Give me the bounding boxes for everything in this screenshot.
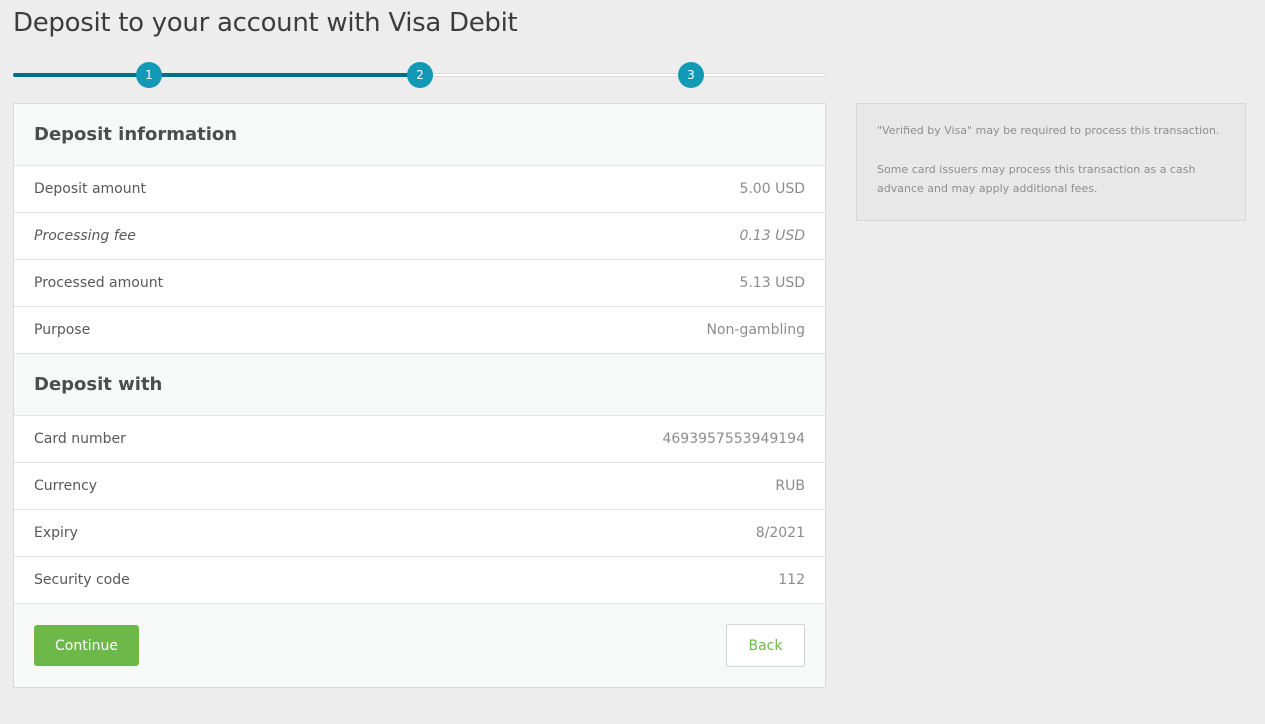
card-number-label: Card number: [34, 431, 126, 447]
notice-cash-advance-text: Some card issuers may process this trans…: [877, 163, 1196, 195]
continue-button[interactable]: Continue: [34, 625, 139, 666]
purpose-value: Non-gambling: [706, 322, 806, 338]
currency-row: Currency RUB: [14, 463, 825, 510]
processed-amount-value: 5.13 USD: [739, 275, 805, 291]
deposit-with-heading: Deposit with: [34, 374, 163, 395]
processing-fee-label: Processing fee: [34, 228, 136, 244]
step-indicator-1: 1: [136, 62, 162, 88]
processing-fee-row: Processing fee 0.13 USD: [14, 213, 825, 260]
page-title: Deposit to your account with Visa Debit: [13, 8, 518, 38]
processing-fee-value: 0.13 USD: [739, 228, 805, 244]
step-indicator-3: 3: [678, 62, 704, 88]
notice-verified-by-visa-text: "Verified by Visa" may be required to pr…: [877, 124, 1220, 137]
expiry-value: 8/2021: [755, 525, 805, 541]
back-button[interactable]: Back: [726, 624, 805, 667]
verified-by-visa-notice: "Verified by Visa" may be required to pr…: [856, 103, 1246, 221]
step-indicator-2: 2: [407, 62, 433, 88]
deposit-amount-row: Deposit amount 5.00 USD: [14, 166, 825, 213]
processed-amount-label: Processed amount: [34, 275, 164, 291]
deposit-panel: Deposit information Deposit amount 5.00 …: [13, 103, 826, 688]
processed-amount-row: Processed amount 5.13 USD: [14, 260, 825, 307]
security-code-value: 112: [778, 572, 805, 588]
deposit-information-header: Deposit information: [14, 104, 825, 166]
security-code-label: Security code: [34, 572, 130, 588]
deposit-amount-label: Deposit amount: [34, 181, 146, 197]
security-code-row: Security code 112: [14, 557, 825, 604]
purpose-label: Purpose: [34, 322, 91, 338]
stepper-progress-fill: [13, 73, 420, 77]
form-actions: Continue Back: [14, 604, 825, 687]
currency-value: RUB: [775, 478, 805, 494]
currency-label: Currency: [34, 478, 98, 494]
purpose-row: Purpose Non-gambling: [14, 307, 825, 354]
deposit-with-header: Deposit with: [14, 354, 825, 416]
card-number-value: 4693957553949194: [662, 431, 805, 447]
progress-stepper: 1 2 3: [13, 62, 826, 88]
deposit-amount-value: 5.00 USD: [739, 181, 805, 197]
deposit-information-heading: Deposit information: [34, 124, 238, 145]
expiry-label: Expiry: [34, 525, 78, 541]
card-number-row: Card number 4693957553949194: [14, 416, 825, 463]
expiry-row: Expiry 8/2021: [14, 510, 825, 557]
